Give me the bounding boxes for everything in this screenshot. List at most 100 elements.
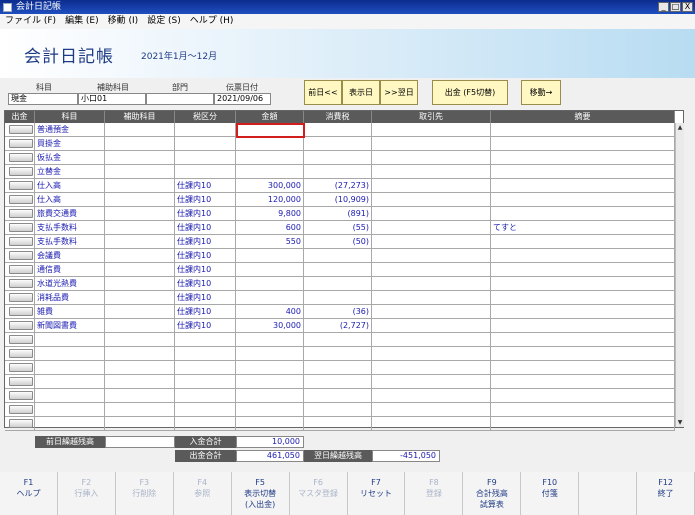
close-button[interactable]: X [682,2,693,12]
cell-out[interactable] [5,249,35,263]
cell-sub-account[interactable] [105,193,175,207]
cell-sub-account[interactable] [105,165,175,179]
fkey-f12[interactable]: F12 終了 [637,472,695,515]
cell-amount[interactable]: 550 [236,235,304,249]
cell-out[interactable] [5,319,35,333]
cell-partner[interactable] [372,361,491,375]
row-select-button[interactable] [9,363,33,372]
fkey-f7[interactable]: F7 リセット [347,472,406,515]
cell-out[interactable] [5,235,35,249]
cell-partner[interactable] [372,249,491,263]
row-select-button[interactable] [9,279,33,288]
cell-sub-account[interactable] [105,235,175,249]
row-select-button[interactable] [9,209,33,218]
cell-amount[interactable]: 30,000 [236,319,304,333]
cell-amount[interactable] [236,347,304,361]
row-select-button[interactable] [9,181,33,190]
cell-amount[interactable]: 300,000 [236,179,304,193]
cell-tax[interactable] [304,151,372,165]
cell-account[interactable] [35,361,105,375]
cell-tax-class[interactable]: 仕課内10 [175,263,236,277]
cell-partner[interactable] [372,277,491,291]
cell-tax-class[interactable] [175,137,236,151]
cell-amount[interactable] [236,151,304,165]
cell-memo[interactable] [491,179,675,193]
cell-tax[interactable] [304,249,372,263]
cell-account[interactable]: 仕入高 [35,193,105,207]
in-out-toggle-button[interactable]: 出金 (F5切替) [432,80,508,105]
cell-partner[interactable] [372,375,491,389]
row-select-button[interactable] [9,307,33,316]
row-select-button[interactable] [9,349,33,358]
cell-sub-account[interactable] [105,207,175,221]
cell-tax[interactable]: (27,273) [304,179,372,193]
cell-account[interactable]: 通信費 [35,263,105,277]
cell-tax[interactable] [304,417,372,431]
cell-sub-account[interactable] [105,123,175,137]
cell-memo[interactable] [491,361,675,375]
cell-partner[interactable] [372,137,491,151]
cell-sub-account[interactable] [105,137,175,151]
cell-tax[interactable] [304,333,372,347]
cell-tax-class[interactable] [175,389,236,403]
cell-amount[interactable] [236,417,304,431]
scroll-up-icon[interactable]: ▲ [676,123,684,132]
cell-memo[interactable] [491,249,675,263]
cell-amount[interactable] [236,361,304,375]
row-select-button[interactable] [9,391,33,400]
cell-partner[interactable] [372,291,491,305]
cell-sub-account[interactable] [105,263,175,277]
cell-sub-account[interactable] [105,305,175,319]
cell-sub-account[interactable] [105,417,175,431]
cell-out[interactable] [5,375,35,389]
cell-out[interactable] [5,193,35,207]
cell-partner[interactable] [372,193,491,207]
row-select-button[interactable] [9,125,33,134]
cell-tax-class[interactable]: 仕課内10 [175,319,236,333]
cell-account[interactable] [35,375,105,389]
cell-partner[interactable] [372,333,491,347]
cell-out[interactable] [5,333,35,347]
menu-settings[interactable]: 設定 (S) [147,14,181,29]
row-select-button[interactable] [9,293,33,302]
cell-account[interactable]: 支払手数料 [35,235,105,249]
cell-tax[interactable] [304,137,372,151]
row-select-button[interactable] [9,223,33,232]
cell-amount[interactable] [236,403,304,417]
fkey-f10[interactable]: F10 付箋 [521,472,580,515]
cell-tax[interactable] [304,375,372,389]
cell-amount[interactable]: 600 [236,221,304,235]
cell-memo[interactable] [491,193,675,207]
cell-tax[interactable]: (55) [304,221,372,235]
department-field[interactable] [146,93,214,105]
cell-amount[interactable] [236,165,304,179]
menu-edit[interactable]: 編集 (E) [65,14,99,29]
account-field[interactable]: 現金 [8,93,78,105]
cell-tax-class[interactable]: 仕課内10 [175,179,236,193]
cell-sub-account[interactable] [105,277,175,291]
menu-move[interactable]: 移動 (I) [108,14,139,29]
cell-tax[interactable] [304,347,372,361]
cell-tax[interactable] [304,291,372,305]
cell-memo[interactable] [491,417,675,431]
cell-sub-account[interactable] [105,361,175,375]
cell-out[interactable] [5,123,35,137]
cell-out[interactable] [5,403,35,417]
cell-out[interactable] [5,137,35,151]
cell-partner[interactable] [372,389,491,403]
cell-amount[interactable]: 120,000 [236,193,304,207]
cell-account[interactable] [35,333,105,347]
cell-memo[interactable] [491,207,675,221]
cell-partner[interactable] [372,151,491,165]
cell-sub-account[interactable] [105,403,175,417]
cell-amount[interactable] [236,375,304,389]
cell-tax-class[interactable]: 仕課内10 [175,207,236,221]
cell-amount[interactable] [236,277,304,291]
cell-amount[interactable] [236,137,304,151]
next-day-button[interactable]: >>翌日 [380,80,418,105]
cell-tax-class[interactable] [175,403,236,417]
cell-out[interactable] [5,207,35,221]
cell-sub-account[interactable] [105,291,175,305]
row-select-button[interactable] [9,377,33,386]
cell-account[interactable] [35,347,105,361]
